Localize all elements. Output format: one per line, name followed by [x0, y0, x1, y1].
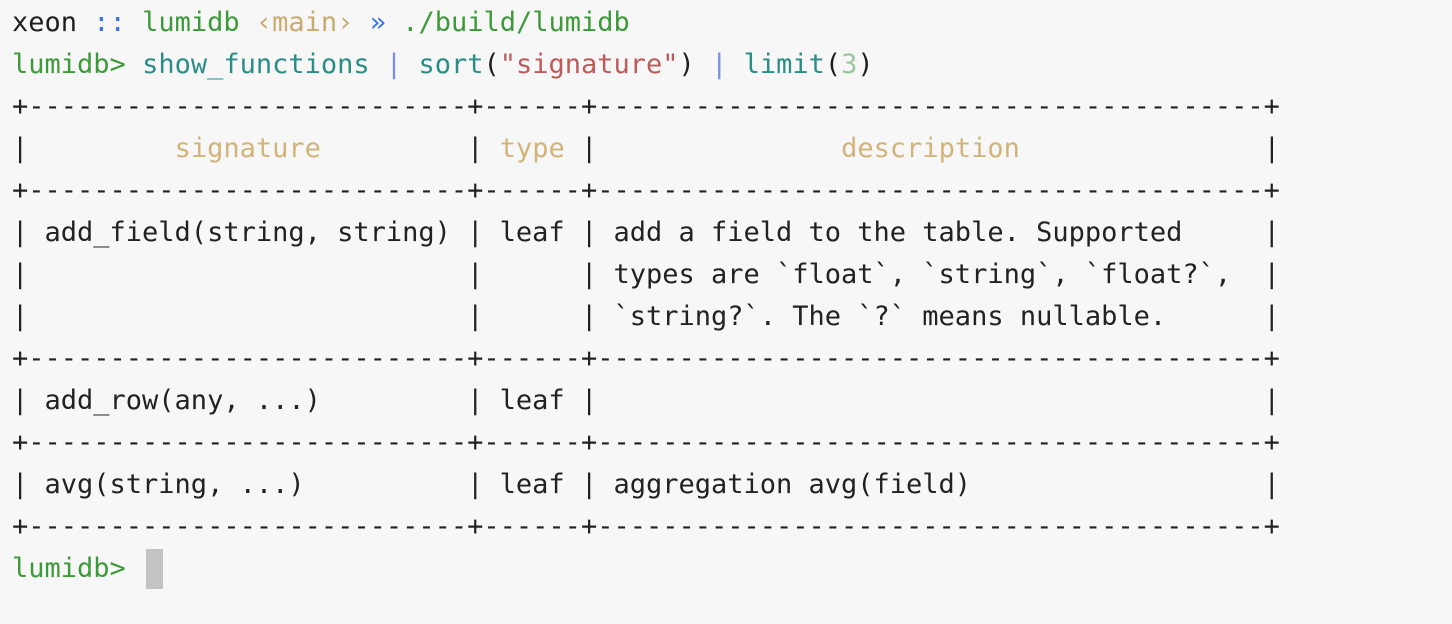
- table-row: | add_field(string, string) | leaf | add…: [12, 217, 1280, 248]
- repl-close-paren: ): [678, 49, 695, 80]
- repl-open-paren: (: [824, 49, 842, 80]
- column-header-description: description: [841, 133, 1020, 164]
- prompt-arrow-icon: »: [369, 7, 386, 38]
- prompt-git-branch: ‹main›: [255, 7, 354, 38]
- repl-pipe-operator: |: [711, 49, 728, 80]
- prompt-directory: lumidb: [142, 7, 240, 38]
- repl-open-paren: (: [483, 49, 500, 80]
- repl-command-line: lumidb> show_functions | sort("signature…: [12, 44, 1452, 86]
- shell-command: ./build/lumidb: [402, 7, 630, 38]
- table-header-separator: |: [1019, 133, 1280, 164]
- table-row: | avg(string, ...) | leaf | aggregation …: [12, 469, 1280, 500]
- column-header-type: type: [499, 133, 565, 164]
- repl-string-argument: "signature": [499, 49, 679, 80]
- repl-function-sort: sort: [418, 49, 484, 80]
- result-table: +---------------------------+------+----…: [12, 86, 1452, 548]
- table-header-separator: |: [12, 133, 175, 164]
- table-row: | | | types are `float`, `string`, `floa…: [12, 259, 1280, 290]
- table-row: | add_row(any, ...) | leaf | |: [12, 385, 1280, 416]
- repl-number-argument: 3: [841, 49, 858, 80]
- terminal-window[interactable]: xeon :: lumidb ‹main› » ./build/lumidb l…: [0, 2, 1452, 624]
- prompt-separator: ::: [93, 7, 126, 38]
- repl-input-line[interactable]: lumidb>: [12, 548, 1452, 590]
- table-row: | | | `string?`. The `?` means nullable.…: [12, 301, 1280, 332]
- text-cursor[interactable]: [146, 548, 164, 589]
- table-border: +---------------------------+------+----…: [12, 91, 1280, 122]
- prompt-host: xeon: [12, 7, 78, 38]
- repl-prompt: lumidb>: [12, 553, 126, 584]
- table-border: +---------------------------+------+----…: [12, 175, 1280, 206]
- column-header-signature: signature: [174, 133, 321, 164]
- table-border: +---------------------------+------+----…: [12, 427, 1280, 458]
- repl-function-limit: limit: [743, 49, 825, 80]
- repl-function-show-functions: show_functions: [142, 49, 370, 80]
- shell-prompt-line: xeon :: lumidb ‹main› » ./build/lumidb: [12, 2, 1452, 44]
- table-border: +---------------------------+------+----…: [12, 343, 1280, 374]
- table-header-separator: |: [564, 133, 842, 164]
- repl-prompt: lumidb>: [12, 49, 126, 80]
- repl-pipe-operator: |: [385, 49, 403, 80]
- table-header-row: | signature | type | description |: [12, 128, 1452, 170]
- table-border: +---------------------------+------+----…: [12, 511, 1280, 542]
- repl-close-paren: ): [857, 49, 874, 80]
- table-header-separator: |: [320, 133, 500, 164]
